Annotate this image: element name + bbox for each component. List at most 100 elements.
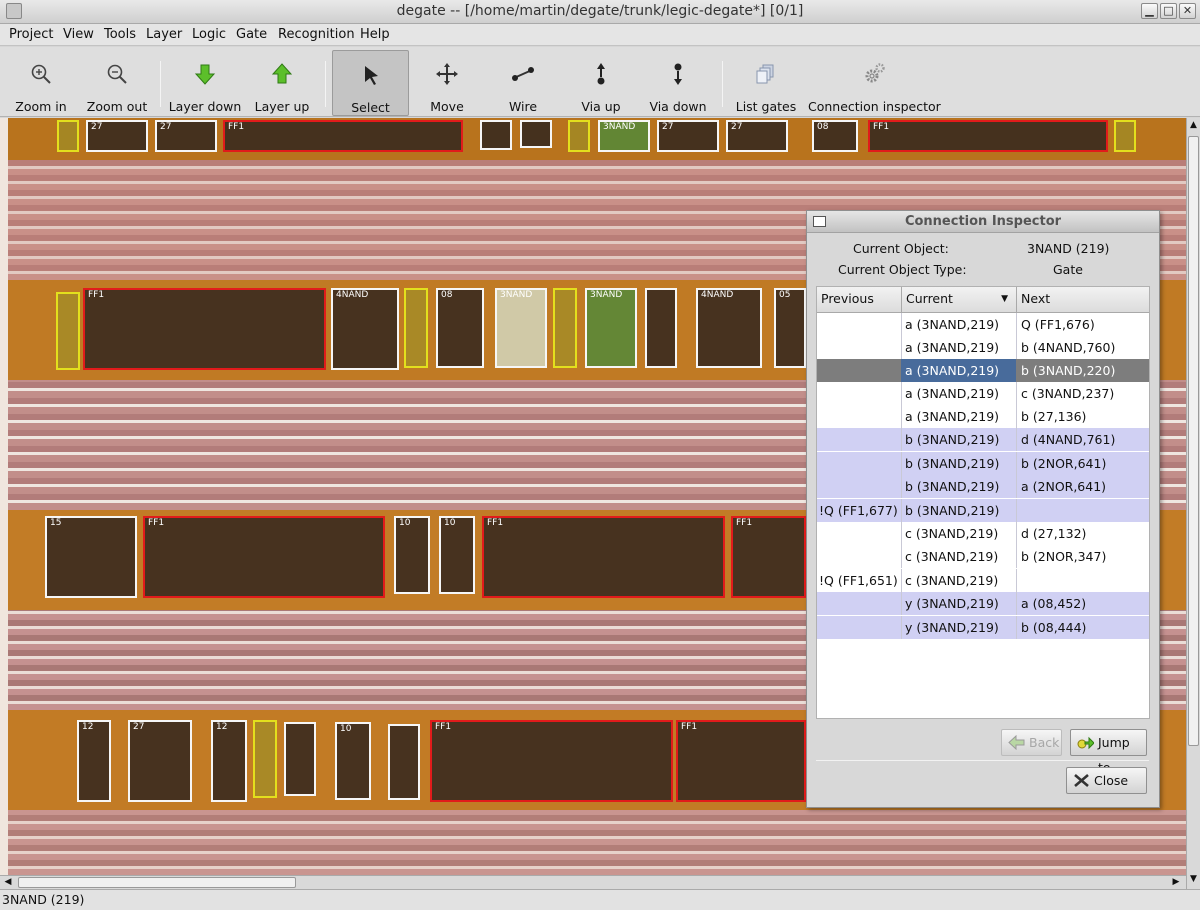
filler-cell[interactable] — [56, 292, 80, 370]
wire-tool-button[interactable]: Wire — [492, 50, 554, 116]
flipflop-cell[interactable]: FF1 — [676, 720, 806, 802]
back-button[interactable]: Back — [1001, 729, 1062, 756]
gate-cell[interactable]: 10 — [335, 722, 371, 800]
flipflop-cell[interactable]: FF1 — [430, 720, 673, 802]
filler-cell[interactable] — [253, 720, 277, 798]
connections-table[interactable]: Previous Current ▼ Next a (3NAND,219) Q (F… — [816, 286, 1150, 719]
gate-cell[interactable] — [645, 288, 677, 368]
scroll-down-icon[interactable]: ▼ — [1188, 874, 1199, 884]
connection-inspector-button[interactable]: Connection inspector — [808, 50, 941, 116]
gate-cell[interactable]: 12 — [211, 720, 247, 802]
table-row[interactable]: a (3NAND,219) c (3NAND,237) — [817, 382, 1149, 405]
zoom-out-icon — [107, 64, 127, 84]
table-row[interactable]: y (3NAND,219) b (08,444) — [817, 616, 1149, 639]
current-object-type-value: Gate — [1053, 262, 1083, 277]
via-up-button[interactable]: Via up — [570, 50, 632, 116]
zoom-out-label: Zoom out — [86, 99, 148, 114]
close-button[interactable]: Close — [1066, 767, 1147, 794]
table-row[interactable]: c (3NAND,219) b (2NOR,347) — [817, 545, 1149, 568]
move-tool-button[interactable]: Move — [416, 50, 478, 116]
close-window-button[interactable]: ✕ — [1179, 3, 1196, 19]
gate-cell[interactable]: 3NAND — [598, 120, 650, 152]
gate-cell[interactable]: 3NAND — [585, 288, 637, 368]
menu-recognition[interactable]: Recognition — [278, 27, 355, 42]
gate-cell[interactable]: 4NAND — [696, 288, 762, 368]
menu-help[interactable]: Help — [360, 27, 390, 42]
gate-cell[interactable] — [480, 120, 512, 150]
gate-cell[interactable]: 08 — [436, 288, 484, 368]
table-row[interactable]: !Q (FF1,677) b (3NAND,219) — [817, 499, 1149, 522]
gate-cell[interactable]: 05 — [774, 288, 806, 368]
zoom-in-button[interactable]: Zoom in — [8, 50, 74, 116]
gate-cell[interactable]: 10 — [439, 516, 475, 594]
table-row[interactable]: b (3NAND,219) d (4NAND,761) — [817, 428, 1149, 451]
maximize-button[interactable]: □ — [1160, 3, 1177, 19]
table-row[interactable]: b (3NAND,219) a (2NOR,641) — [817, 475, 1149, 498]
via-down-button[interactable]: Via down — [642, 50, 714, 116]
jump-to-button[interactable]: Jump to — [1070, 729, 1147, 775]
flipflop-cell[interactable]: FF1 — [223, 120, 463, 152]
gate-cell[interactable]: 27 — [657, 120, 719, 152]
list-gates-button[interactable]: List gates — [732, 50, 800, 116]
table-row[interactable]: a (3NAND,219) Q (FF1,676) — [817, 313, 1149, 336]
flipflop-cell[interactable]: FF1 — [83, 288, 326, 370]
layer-down-button[interactable]: Layer down — [166, 50, 244, 116]
filler-cell[interactable] — [1114, 120, 1136, 152]
column-header-previous[interactable]: Previous — [817, 287, 902, 313]
table-row[interactable]: b (3NAND,219) b (2NOR,641) — [817, 452, 1149, 475]
select-tool-button[interactable]: Select — [332, 50, 409, 116]
flipflop-cell[interactable]: FF1 — [731, 516, 806, 598]
filler-cell[interactable] — [553, 288, 577, 368]
move-icon — [436, 63, 458, 85]
table-row[interactable]: y (3NAND,219) a (08,452) — [817, 592, 1149, 615]
scroll-up-icon[interactable]: ▲ — [1188, 120, 1199, 130]
gate-cell[interactable]: 15 — [45, 516, 137, 598]
table-row[interactable]: !Q (FF1,651) c (3NAND,219) — [817, 569, 1149, 592]
menu-logic[interactable]: Logic — [192, 27, 226, 42]
layer-up-button[interactable]: Layer up — [250, 50, 314, 116]
scroll-left-icon[interactable]: ◀ — [2, 877, 14, 888]
gate-cell[interactable]: 10 — [394, 516, 430, 594]
vertical-scroll-thumb[interactable] — [1188, 136, 1199, 746]
minimize-button[interactable]: ▁ — [1141, 3, 1158, 19]
column-header-current[interactable]: Current ▼ — [902, 287, 1017, 313]
gate-cell[interactable] — [284, 722, 316, 796]
filler-cell[interactable] — [404, 288, 428, 368]
table-row[interactable]: a (3NAND,219) b (4NAND,760) — [817, 336, 1149, 359]
gate-cell[interactable]: 27 — [155, 120, 217, 152]
gate-cell[interactable]: 08 — [812, 120, 858, 152]
close-x-icon — [1074, 774, 1089, 787]
gate-cell[interactable]: 4NAND — [331, 288, 399, 370]
gate-cell[interactable]: 27 — [726, 120, 788, 152]
horizontal-scrollbar[interactable]: ◀ ▶ — [0, 875, 1186, 889]
column-header-next[interactable]: Next — [1017, 287, 1149, 313]
gate-cell[interactable] — [520, 120, 552, 148]
menu-layer[interactable]: Layer — [146, 27, 182, 42]
horizontal-scroll-thumb[interactable] — [18, 877, 296, 888]
table-row[interactable]: c (3NAND,219) d (27,132) — [817, 522, 1149, 545]
flipflop-cell[interactable]: FF1 — [143, 516, 385, 598]
via-down-icon — [674, 63, 682, 85]
table-row-selected[interactable]: a (3NAND,219) b (3NAND,220) — [817, 359, 1149, 382]
menu-project[interactable]: Project — [9, 27, 53, 42]
flipflop-cell[interactable]: FF1 — [868, 120, 1108, 152]
wire-label: Wire — [508, 99, 538, 114]
scroll-right-icon[interactable]: ▶ — [1170, 877, 1182, 888]
filler-cell[interactable] — [57, 120, 79, 152]
menu-view[interactable]: View — [63, 27, 94, 42]
gate-cell[interactable]: 27 — [86, 120, 148, 152]
gate-cell[interactable] — [388, 724, 420, 800]
zoom-out-button[interactable]: Zoom out — [82, 50, 152, 116]
table-row[interactable]: a (3NAND,219) b (27,136) — [817, 405, 1149, 428]
menu-tools[interactable]: Tools — [104, 27, 136, 42]
flipflop-cell[interactable]: FF1 — [482, 516, 725, 598]
filler-cell[interactable] — [568, 120, 590, 152]
vertical-scrollbar[interactable]: ▲ ▼ — [1186, 118, 1200, 889]
gate-cell[interactable]: 12 — [77, 720, 111, 802]
gate-cell[interactable]: 27 — [128, 720, 192, 802]
list-gates-label: List gates — [735, 99, 797, 114]
menu-gate[interactable]: Gate — [236, 27, 267, 42]
toolbar: Zoom in Zoom out Layer down Layer up Sel… — [0, 47, 1200, 117]
gate-cell-selected[interactable]: 3NAND — [495, 288, 547, 368]
dialog-titlebar[interactable]: Connection Inspector — [807, 211, 1159, 233]
